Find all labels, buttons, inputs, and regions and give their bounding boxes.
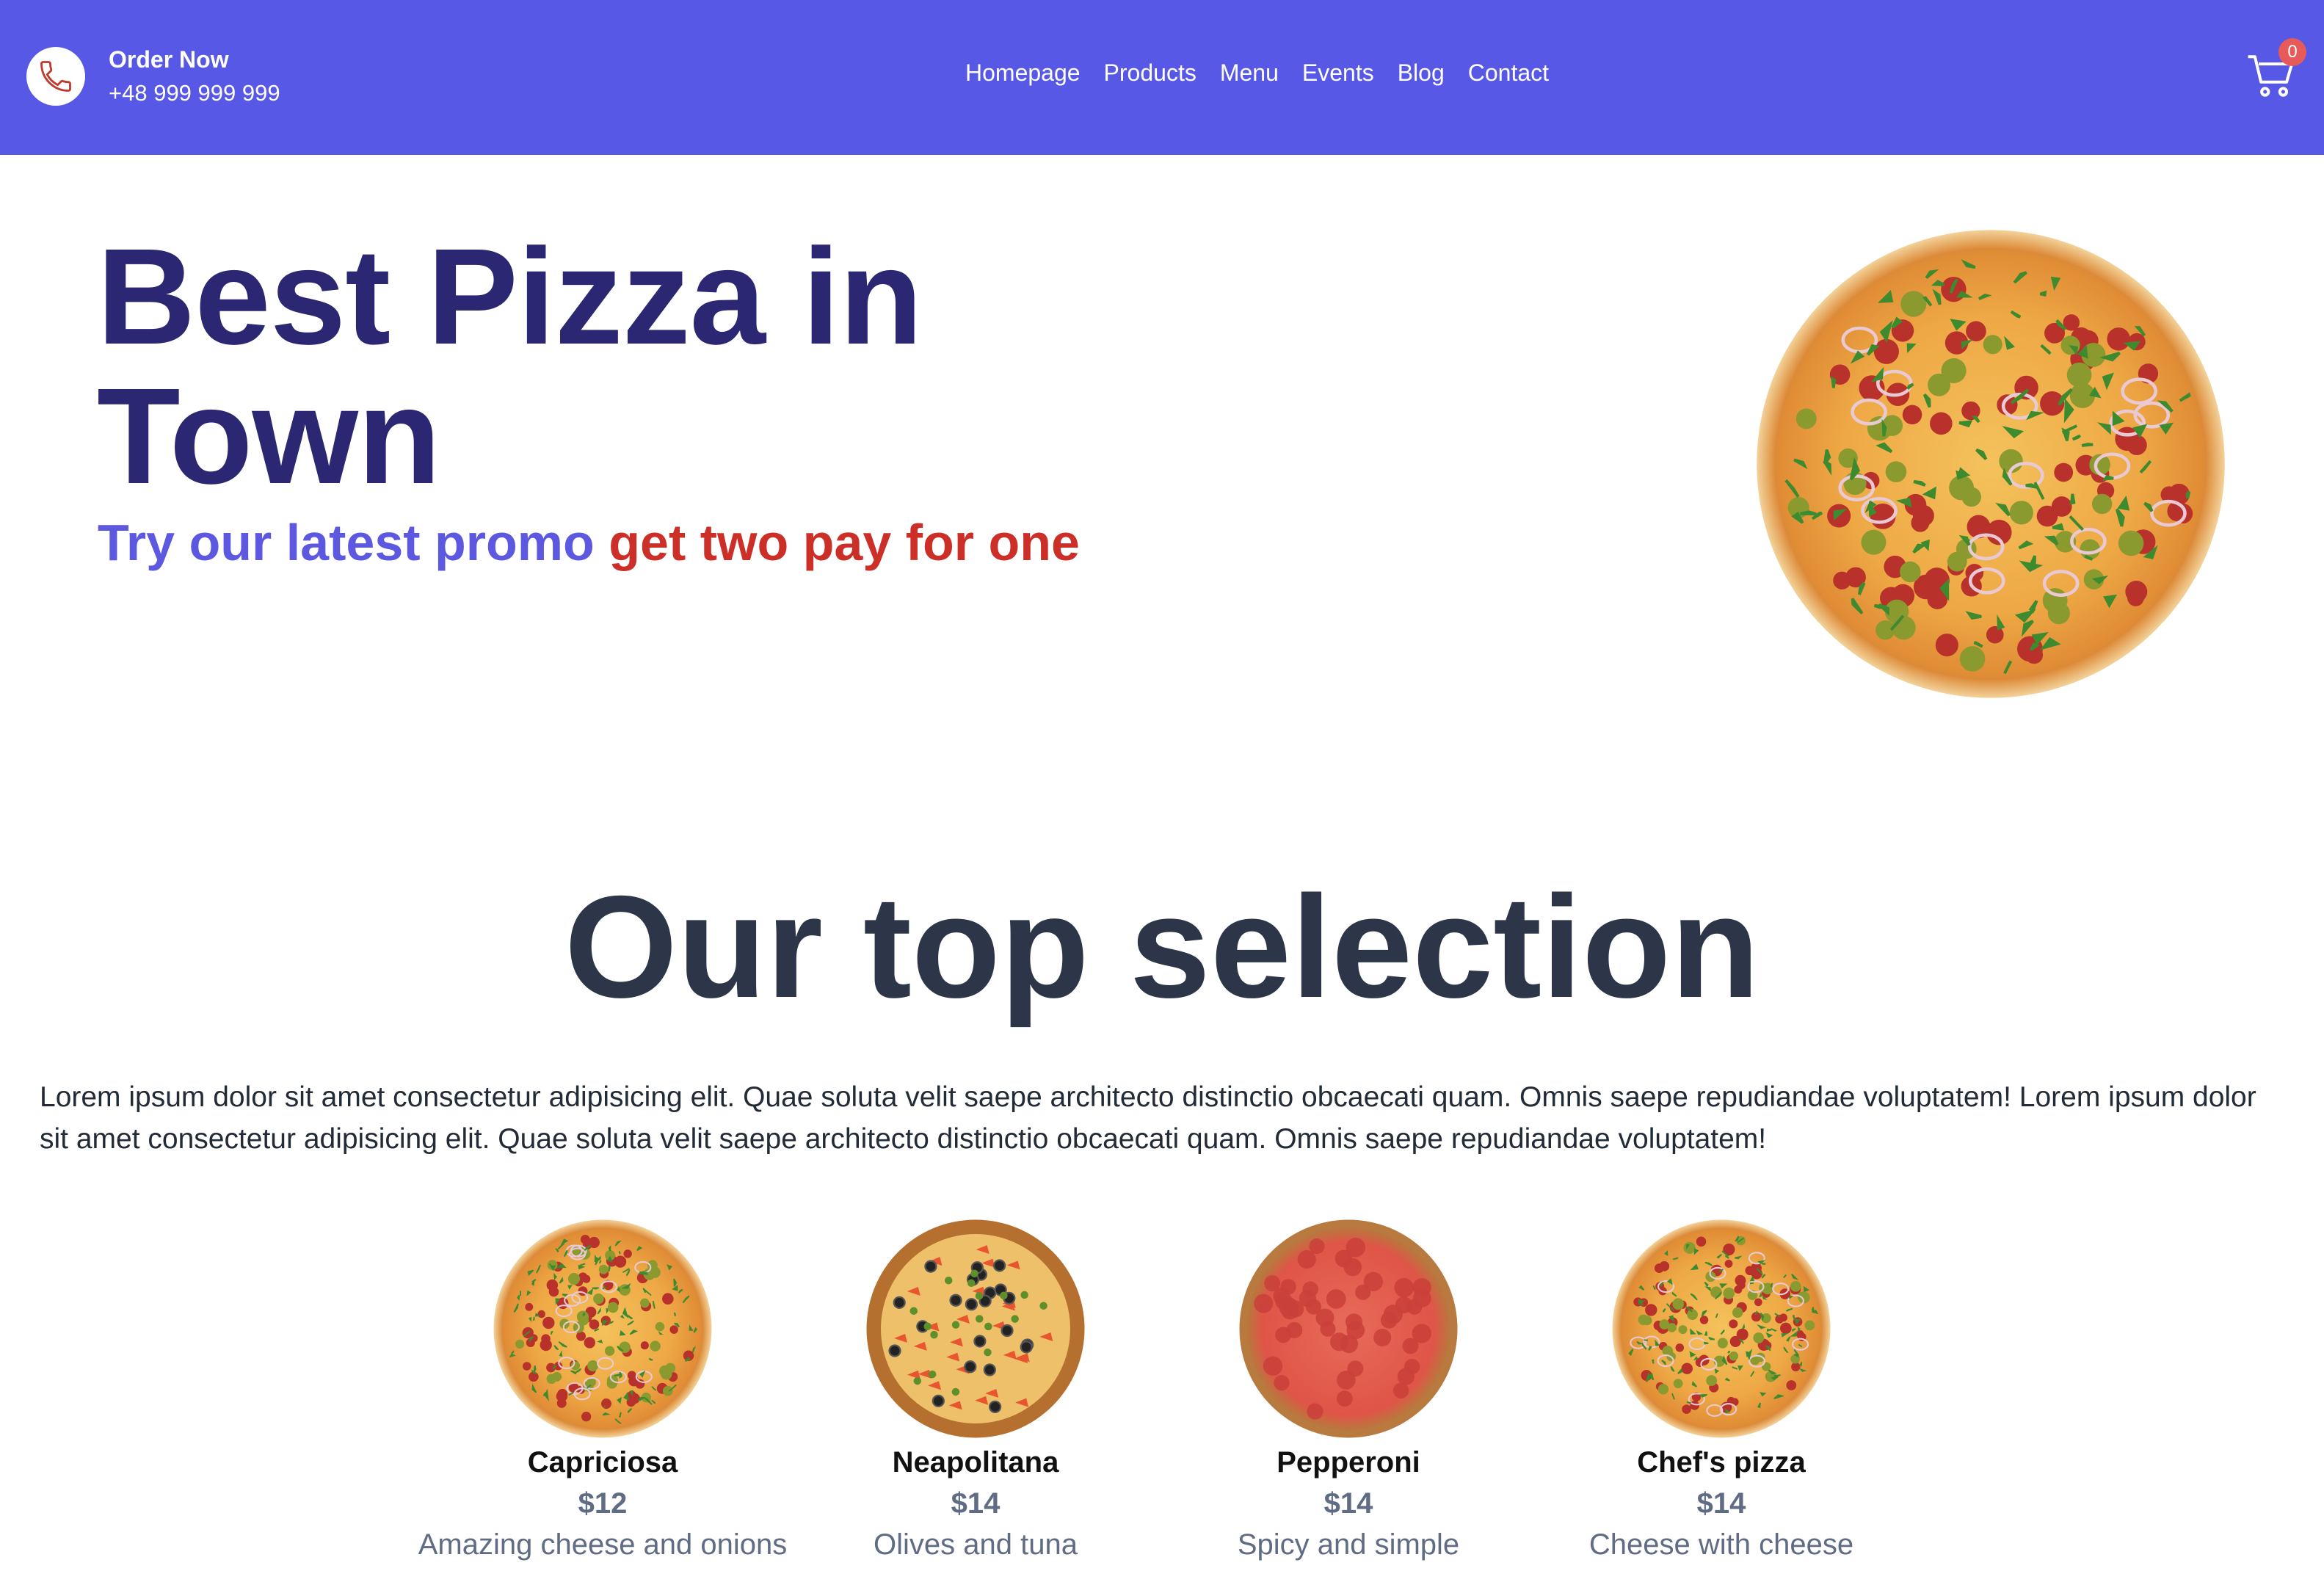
product-description: Amazing cheese and onions — [418, 1528, 788, 1561]
nav-homepage[interactable]: Homepage — [965, 54, 1081, 91]
hero-pizza-image — [1757, 230, 2225, 698]
order-text: Order Now +48 999 999 999 — [109, 43, 280, 110]
navbar: Order Now +48 999 999 999 Homepage Produ… — [0, 0, 2324, 155]
product-price: $14 — [1696, 1487, 1746, 1520]
pizza-image — [493, 1219, 712, 1438]
product-description: Olives and tuna — [874, 1528, 1078, 1561]
product-card[interactable]: Pepperoni $14 Spicy and simple — [1158, 1219, 1539, 1565]
nav-events[interactable]: Events — [1302, 54, 1374, 91]
product-price: $14 — [951, 1487, 1001, 1520]
product-card[interactable]: Capriciosa $12 Amazing cheese and onions — [412, 1219, 794, 1565]
order-phone-number[interactable]: +48 999 999 999 — [109, 76, 280, 110]
section-title: Our top selection — [564, 866, 1760, 1028]
product-price: $12 — [578, 1487, 628, 1520]
nav-contact[interactable]: Contact — [1468, 54, 1549, 91]
pizza-image — [1612, 1219, 1831, 1438]
pizza-image — [866, 1219, 1085, 1438]
product-price: $14 — [1323, 1487, 1373, 1520]
promo-text: Try our latest promo — [98, 514, 595, 571]
main-nav: Homepage Products Menu Events Blog Conta… — [965, 54, 1549, 91]
section-description: Lorem ipsum dolor sit amet consectetur a… — [40, 1081, 2256, 1155]
cart-button[interactable]: 0 — [2245, 37, 2318, 110]
product-name: Chef's pizza — [1637, 1446, 1806, 1479]
pizza-homepage: Order Now +48 999 999 999 Homepage Produ… — [0, 0, 2324, 1571]
cart-count-badge: 0 — [2278, 38, 2306, 66]
nav-products[interactable]: Products — [1104, 54, 1197, 91]
product-description: Cheese with cheese — [1588, 1528, 1854, 1561]
product-card[interactable]: Neapolitana $14 Olives and tuna — [785, 1219, 1166, 1565]
order-title: Order Now — [109, 46, 229, 73]
product-name: Pepperoni — [1277, 1446, 1420, 1479]
hero-title: Best Pizza in Town — [97, 221, 923, 512]
product-card[interactable]: Chef's pizza $14 Cheese with cheese — [1530, 1219, 1912, 1565]
pizza-image — [1239, 1219, 1458, 1438]
order-now[interactable]: Order Now +48 999 999 999 — [26, 43, 280, 110]
promo-line: Try our latest promo get two pay for one — [98, 509, 1080, 576]
nav-blog[interactable]: Blog — [1398, 54, 1445, 91]
phone-icon — [26, 47, 85, 106]
product-name: Neapolitana — [892, 1446, 1059, 1479]
product-description: Spicy and simple — [1237, 1528, 1460, 1561]
promo-highlight: get two pay for one — [609, 514, 1080, 571]
product-name: Capriciosa — [527, 1446, 678, 1479]
nav-menu[interactable]: Menu — [1220, 54, 1279, 91]
